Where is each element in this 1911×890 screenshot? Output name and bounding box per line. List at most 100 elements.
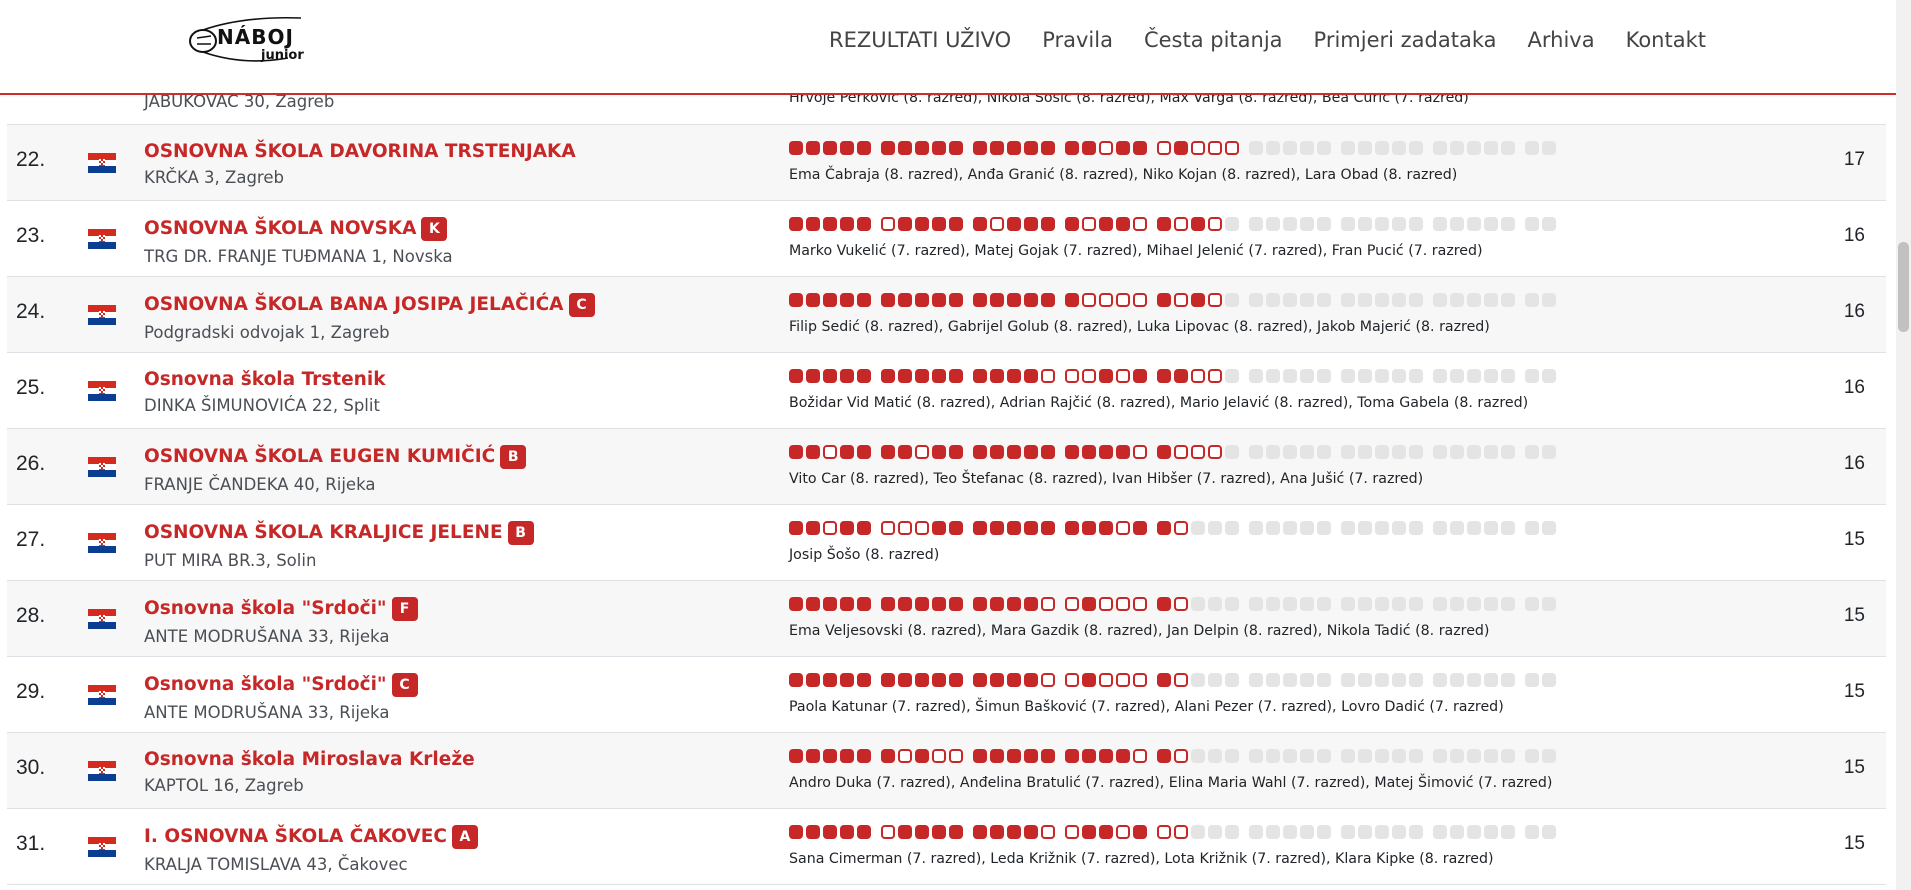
school-name-link[interactable]: Osnovna škola Trstenik <box>144 369 386 390</box>
problem-solved-dot <box>932 597 946 611</box>
school-cell: OSNOVNA ŠKOLA DAVORINA TRSTENJAKA KRČKA 3… <box>144 141 576 187</box>
table-row: 23. OSNOVNA ŠKOLA NOVSKA K TRG DR. FRANJE T… <box>7 201 1886 277</box>
problem-status-dots <box>789 673 1566 687</box>
problem-solved-dot <box>881 293 895 307</box>
problem-empty-dot <box>1300 217 1314 231</box>
problem-solved-dot <box>1157 369 1171 383</box>
school-name-link[interactable]: OSNOVNA ŠKOLA KRALJICE JELENE <box>144 522 503 543</box>
problem-empty-dot <box>1433 825 1447 839</box>
problem-open-dot <box>823 445 837 459</box>
problem-empty-dot <box>1542 597 1556 611</box>
nav-rules[interactable]: Pravila <box>1042 28 1113 52</box>
school-name-link[interactable]: Osnovna škola "Srdoči" <box>144 598 387 619</box>
problem-empty-dot <box>1392 141 1406 155</box>
problem-solved-dot <box>789 369 803 383</box>
problem-solved-dot <box>1082 445 1096 459</box>
problem-solved-dot <box>840 369 854 383</box>
nav-sample-problems[interactable]: Primjeri zadataka <box>1314 28 1497 52</box>
problem-empty-dot <box>1467 673 1481 687</box>
problem-solved-dot <box>1024 749 1038 763</box>
problem-empty-dot <box>1283 521 1297 535</box>
problem-empty-dot <box>1409 445 1423 459</box>
problem-empty-dot <box>1341 521 1355 535</box>
team-badge: C <box>568 293 595 317</box>
school-name-link[interactable]: OSNOVNA ŠKOLA NOVSKA <box>144 218 416 239</box>
problem-solved-dot <box>932 217 946 231</box>
problem-empty-dot <box>1392 369 1406 383</box>
problem-open-dot <box>881 217 895 231</box>
team-score: 16 <box>1843 377 1865 398</box>
problem-open-dot <box>1041 597 1055 611</box>
school-address: KRČKA 3, Zagreb <box>144 168 284 187</box>
problem-empty-dot <box>1392 673 1406 687</box>
problem-solved-dot <box>898 293 912 307</box>
problem-solved-dot <box>857 369 871 383</box>
problem-empty-dot <box>1283 749 1297 763</box>
scrollbar-thumb[interactable] <box>1898 242 1909 332</box>
croatia-flag-icon <box>88 837 116 857</box>
problem-empty-dot <box>1375 217 1389 231</box>
problem-empty-dot <box>1542 217 1556 231</box>
problem-empty-dot <box>1501 141 1515 155</box>
problem-solved-dot <box>1041 293 1055 307</box>
problem-solved-dot <box>881 141 895 155</box>
school-name-link[interactable]: OSNOVNA ŠKOLA BANA JOSIPA JELAČIĆA <box>144 294 564 315</box>
problem-empty-dot <box>1358 521 1372 535</box>
problem-empty-dot <box>1375 293 1389 307</box>
problem-solved-dot <box>973 141 987 155</box>
naboj-logo[interactable]: NÁBOJ junior <box>183 10 313 74</box>
problem-empty-dot <box>1266 673 1280 687</box>
problem-solved-dot <box>990 673 1004 687</box>
problem-solved-dot <box>1082 521 1096 535</box>
team-members: Ema Veljesovski (8. razred), Mara Gazdik… <box>789 623 1490 639</box>
problem-empty-dot <box>1358 597 1372 611</box>
school-cell: OSNOVNA ŠKOLA BANA JOSIPA JELAČIĆA C Podgr… <box>144 293 595 342</box>
problem-empty-dot <box>1358 293 1372 307</box>
problem-empty-dot <box>1501 597 1515 611</box>
problem-solved-dot <box>1082 825 1096 839</box>
school-address: Podgradski odvojak 1, Zagreb <box>144 323 390 342</box>
problem-empty-dot <box>1467 369 1481 383</box>
problem-solved-dot <box>881 749 895 763</box>
table-row: 27. OSNOVNA ŠKOLA KRALJICE JELENE B PUT MIR… <box>7 505 1886 581</box>
problem-solved-dot <box>789 825 803 839</box>
problem-solved-dot <box>1157 597 1171 611</box>
nav-contact[interactable]: Kontakt <box>1626 28 1706 52</box>
school-name-link[interactable]: OSNOVNA ŠKOLA DAVORINA TRSTENJAKA <box>144 141 576 162</box>
problem-solved-dot <box>932 369 946 383</box>
school-name-link[interactable]: Osnovna škola "Srdoči" <box>144 674 387 695</box>
problem-solved-dot <box>789 597 803 611</box>
nav-live-results[interactable]: REZULTATI UŽIVO <box>829 28 1011 52</box>
problem-empty-dot <box>1542 521 1556 535</box>
school-name-link[interactable]: I. OSNOVNA ŠKOLA ČAKOVEC <box>144 826 447 847</box>
problem-solved-dot <box>1007 521 1021 535</box>
problem-solved-dot <box>857 521 871 535</box>
problem-status-dots <box>789 521 1566 535</box>
problem-empty-dot <box>1341 369 1355 383</box>
problem-empty-dot <box>1375 749 1389 763</box>
problem-solved-dot <box>1099 445 1113 459</box>
team-badge: K <box>421 217 448 241</box>
problem-empty-dot <box>1249 825 1263 839</box>
problem-open-dot <box>898 521 912 535</box>
problem-solved-dot <box>806 445 820 459</box>
problem-solved-dot <box>1157 217 1171 231</box>
problem-empty-dot <box>1191 521 1205 535</box>
table-row: 22. OSNOVNA ŠKOLA DAVORINA TRSTENJAKA KRČK… <box>7 125 1886 201</box>
problem-status-dots <box>789 825 1566 839</box>
problem-empty-dot <box>1266 141 1280 155</box>
nav-archive[interactable]: Arhiva <box>1528 28 1595 52</box>
team-score: 16 <box>1843 453 1865 474</box>
problem-empty-dot <box>1225 369 1239 383</box>
problem-open-dot <box>881 521 895 535</box>
page-scrollbar[interactable] <box>1896 0 1911 890</box>
school-cell: Osnovna škola "Srdoči" C ANTE MODRUŠANA 33… <box>144 673 418 722</box>
problem-empty-dot <box>1341 141 1355 155</box>
problem-solved-dot <box>789 673 803 687</box>
problem-empty-dot <box>1501 825 1515 839</box>
school-name-link[interactable]: OSNOVNA ŠKOLA EUGEN KUMIČIĆ <box>144 446 495 467</box>
problem-solved-dot <box>949 521 963 535</box>
team-score: 15 <box>1843 605 1865 626</box>
school-name-link[interactable]: Osnovna škola Miroslava Krleže <box>144 749 475 770</box>
nav-faq[interactable]: Česta pitanja <box>1144 28 1283 52</box>
